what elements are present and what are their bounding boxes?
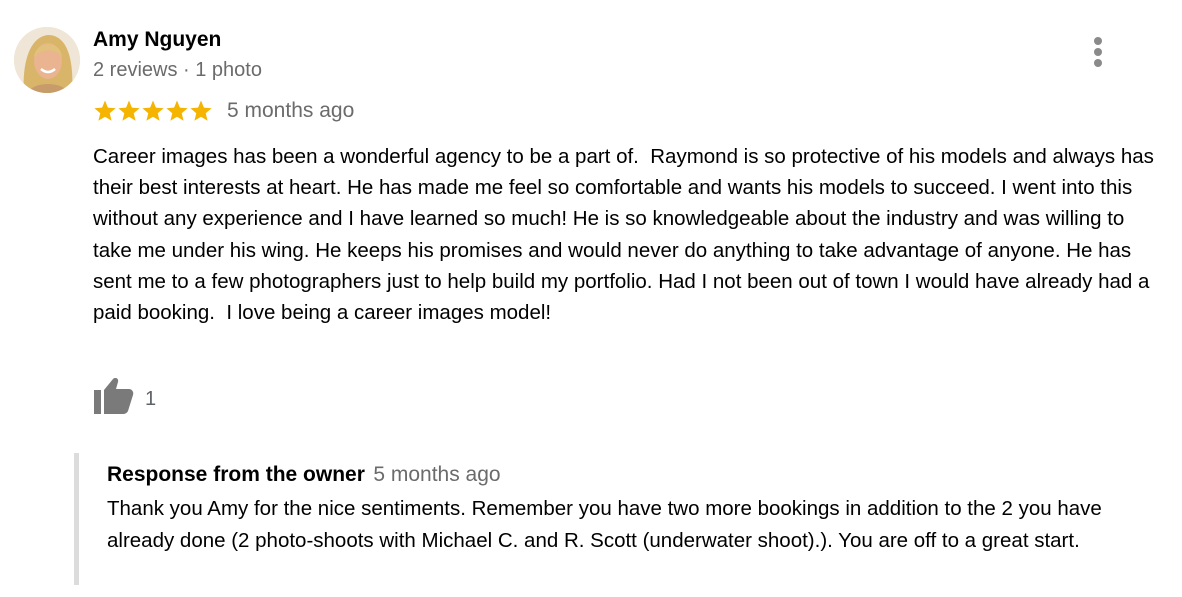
star-rating <box>93 99 213 123</box>
star-icon <box>166 100 188 121</box>
star-icon <box>118 100 140 121</box>
more-options-button[interactable] <box>1084 35 1112 69</box>
review-text: Career images has been a wonderful agenc… <box>93 145 1160 325</box>
more-vert-icon <box>1094 37 1102 45</box>
owner-response-header: Response from the owner 5 months ago <box>107 463 501 487</box>
more-vert-icon-dot <box>1094 48 1102 56</box>
owner-response-date: 5 months ago <box>373 463 501 486</box>
like-button[interactable] <box>93 376 135 416</box>
star-icon <box>142 100 164 121</box>
star-icon <box>190 100 212 121</box>
rating-row: 5 months ago <box>93 96 354 126</box>
owner-response-label: Response from the owner <box>107 463 365 486</box>
avatar-photo <box>14 27 80 93</box>
avatar[interactable] <box>14 27 80 93</box>
more-vert-icon-dot <box>1094 59 1102 67</box>
thumbs-up-icon <box>94 378 134 414</box>
author-meta[interactable]: 2 reviews · 1 photo <box>93 59 262 82</box>
like-count: 1 <box>145 388 157 410</box>
star-icon <box>94 100 116 121</box>
author-name[interactable]: Amy Nguyen <box>93 28 221 52</box>
owner-response: Response from the owner 5 months ago Tha… <box>74 453 1169 585</box>
owner-response-text: Thank you Amy for the nice sentiments. R… <box>107 497 1102 552</box>
review-date: 5 months ago <box>227 99 355 122</box>
